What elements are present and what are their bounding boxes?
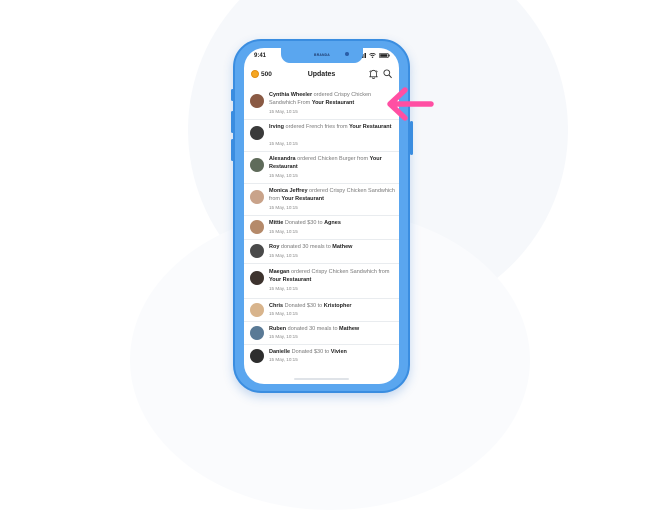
avatar [250, 220, 264, 234]
phone-volume-down [231, 139, 234, 161]
phone-screen: 9:41 BRANDA 500 Updates Cynthia Wheeler … [244, 48, 399, 384]
update-name: Maegan [269, 269, 290, 275]
notch-brand-label: BRANDA [314, 52, 330, 57]
avatar [250, 326, 264, 340]
list-item[interactable]: Mittie Donated $30 to Agnes 15 May, 10:1… [244, 216, 399, 240]
update-target: Kristopher [323, 303, 352, 309]
phone-volume-up [231, 111, 234, 133]
update-action: ordered Crispy Chicken Sandwhich from [291, 269, 390, 275]
status-time: 9:41 [254, 53, 267, 59]
list-item[interactable]: Ruben donated 30 meals to Mathew 15 May,… [244, 322, 399, 345]
update-date: 15 May, 10:15 [269, 253, 298, 258]
update-target: Vivien [330, 349, 347, 355]
avatar [250, 94, 264, 108]
update-date: 15 May, 10:15 [269, 205, 298, 210]
phone-silent-switch [231, 89, 234, 101]
update-name: Mittie [269, 220, 284, 226]
update-name: Irving [269, 124, 284, 130]
update-target: Your Restaurant [269, 277, 312, 283]
update-target: Your Restaurant [349, 124, 392, 130]
notch: BRANDA [281, 48, 363, 63]
update-action: Donated $30 to [284, 220, 323, 226]
update-target: Agnes [324, 220, 341, 226]
list-item[interactable]: Chris Donated $30 to Kristopher 15 May, … [244, 299, 399, 322]
update-action: ordered Chicken Burger from [297, 156, 369, 162]
list-item[interactable]: Alexandra ordered Chicken Burger from Yo… [244, 152, 399, 184]
update-target: Mathew [339, 326, 360, 332]
update-name: Monica Jeffrey [269, 188, 308, 194]
update-name: Roy [269, 244, 280, 250]
avatar [250, 349, 264, 363]
update-action: Donated $30 to [284, 303, 323, 309]
update-name: Chris [269, 303, 284, 309]
camera-icon [345, 52, 349, 56]
list-item[interactable]: Cynthia Wheeler ordered Crispy Chicken S… [244, 88, 399, 120]
list-item[interactable]: Irving ordered French fries from Your Re… [244, 120, 399, 152]
update-name: Alexandra [269, 156, 296, 162]
update-date: 15 May, 10:15 [269, 311, 298, 316]
update-date: 15 May, 10:15 [269, 286, 298, 291]
update-name: Ruben [269, 326, 287, 332]
avatar [250, 126, 264, 140]
update-target: Your Restaurant [281, 196, 324, 202]
avatar [250, 303, 264, 317]
home-indicator[interactable] [294, 378, 349, 380]
wifi-icon [369, 53, 376, 58]
avatar [250, 271, 264, 285]
avatar [250, 244, 264, 258]
update-date: 15 May, 10:15 [269, 109, 298, 114]
pointer-arrow-icon [387, 87, 434, 121]
search-icon[interactable] [383, 69, 392, 79]
update-action: Donated $30 to [291, 349, 330, 355]
list-item[interactable]: Danielle Donated $30 to Vivien 15 May, 1… [244, 345, 399, 369]
avatar [250, 190, 264, 204]
update-date: 15 May, 10:15 [269, 229, 298, 234]
update-action: ordered French fries from [285, 124, 348, 130]
phone-power-button [410, 121, 413, 155]
battery-icon [379, 53, 390, 58]
app-header: 500 Updates [244, 66, 399, 86]
list-item[interactable]: Maegan ordered Crispy Chicken Sandwhich … [244, 264, 399, 299]
update-target: Your Restaurant [311, 100, 355, 106]
update-date: 15 May, 10:15 [269, 141, 298, 146]
update-action: donated 30 meals to [287, 326, 338, 332]
update-target: Mathew [332, 244, 353, 250]
bell-icon[interactable] [369, 69, 378, 79]
update-name: Danielle [269, 349, 291, 355]
update-name: Cynthia Wheeler [269, 92, 313, 98]
list-item[interactable]: Roy donated 30 meals to Mathew 15 May, 1… [244, 240, 399, 264]
list-item[interactable]: Monica Jeffrey ordered Crispy Chicken Sa… [244, 184, 399, 216]
update-date: 15 May, 10:15 [269, 334, 298, 339]
update-action: donated 30 meals to [280, 244, 331, 250]
update-date: 15 May, 10:15 [269, 173, 298, 178]
update-date: 15 May, 10:15 [269, 357, 298, 362]
updates-list: Cynthia Wheeler ordered Crispy Chicken S… [244, 88, 399, 369]
avatar [250, 158, 264, 172]
